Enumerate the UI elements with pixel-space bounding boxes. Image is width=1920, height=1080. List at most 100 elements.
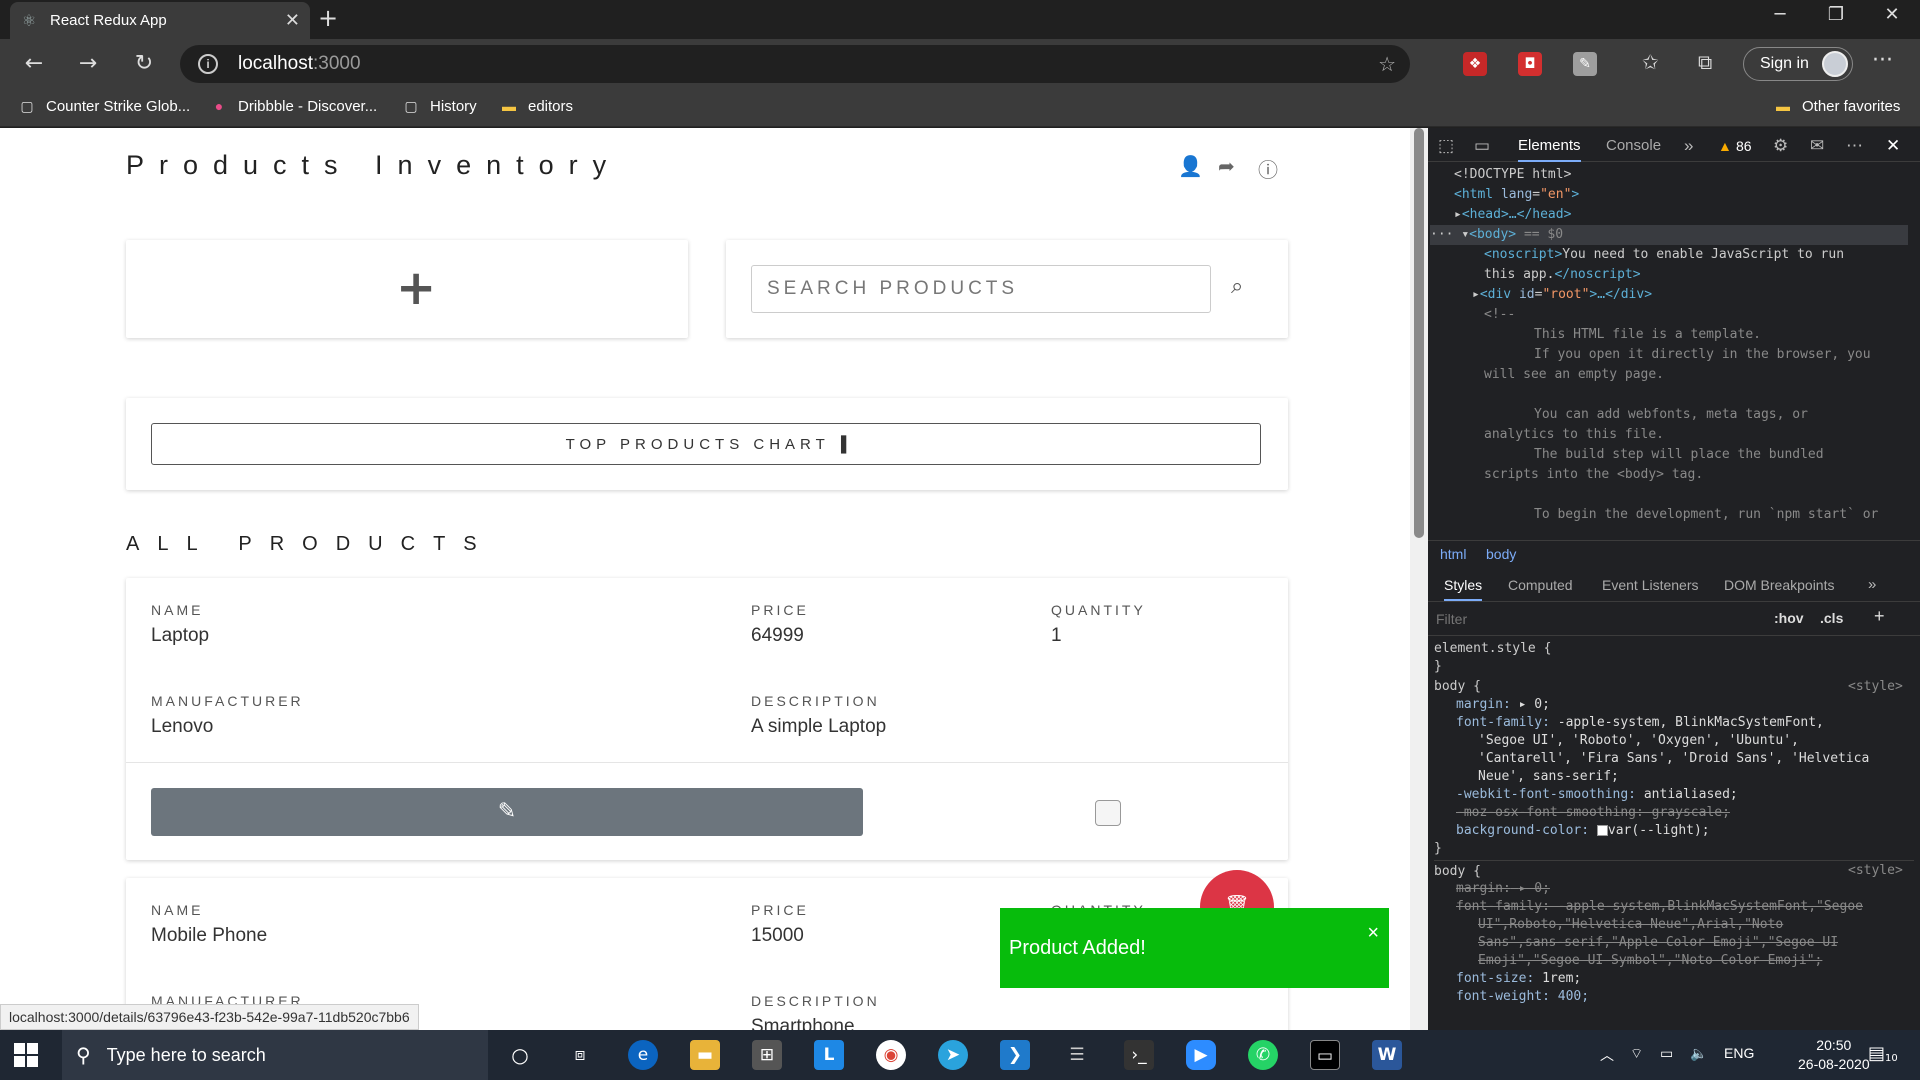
whatsapp-icon[interactable]: ✆	[1248, 1040, 1278, 1070]
new-rule-icon[interactable]: +	[1874, 606, 1885, 627]
favorites-icon[interactable]: ✩	[1642, 50, 1659, 74]
warning-icon[interactable]: ▲	[1718, 138, 1732, 154]
vscode-icon[interactable]: ❯	[1000, 1040, 1030, 1070]
volume-icon[interactable]: 🔈	[1690, 1045, 1707, 1062]
extension-icon[interactable]: ✎	[1573, 52, 1597, 76]
tab-elements[interactable]: Elements	[1518, 137, 1581, 162]
extension-icon[interactable]: ❖	[1463, 52, 1487, 76]
cortana-icon[interactable]: ○	[505, 1040, 535, 1070]
site-info-icon[interactable]: i	[198, 54, 218, 74]
style-selector[interactable]: element.style {	[1434, 640, 1551, 658]
battery-icon[interactable]: ▭	[1660, 1045, 1673, 1062]
task-view-icon[interactable]: ⧈	[565, 1040, 595, 1070]
network-icon[interactable]: ⌔	[1630, 1045, 1643, 1063]
scrollbar-thumb[interactable]	[1414, 128, 1424, 538]
dom-line[interactable]: <html lang="en">	[1454, 185, 1579, 205]
more-subtabs-icon[interactable]: »	[1868, 576, 1876, 593]
cmd-icon[interactable]: ▭	[1310, 1040, 1340, 1070]
info-icon[interactable]: ⓘ	[1258, 154, 1278, 183]
app-l-icon[interactable]: L	[814, 1040, 844, 1070]
favorite-item[interactable]: ▢ History	[402, 97, 476, 115]
store-icon[interactable]: ⊞	[752, 1040, 782, 1070]
refresh-icon[interactable]: ↻	[128, 49, 160, 79]
notification-center-icon[interactable]: ▤10	[1868, 1043, 1898, 1064]
subtab-event-listeners[interactable]: Event Listeners	[1602, 577, 1699, 593]
cls-toggle[interactable]: .cls	[1820, 610, 1843, 626]
subtab-styles[interactable]: Styles	[1444, 577, 1483, 601]
style-declaration[interactable]: font-size: 1rem;	[1456, 970, 1581, 988]
restore-icon[interactable]: ❐	[1808, 0, 1864, 30]
select-checkbox[interactable]	[1095, 800, 1121, 826]
zoom-icon[interactable]: ▶	[1186, 1040, 1216, 1070]
subtab-computed[interactable]: Computed	[1508, 577, 1573, 593]
user-icon[interactable]: 👤	[1178, 154, 1203, 178]
dom-line[interactable]: <noscript>You need to enable JavaScript …	[1484, 245, 1844, 265]
dom-line[interactable]: this app.</noscript>	[1484, 265, 1641, 285]
other-favorites[interactable]: ▬ Other favorites	[1774, 97, 1900, 115]
forward-icon[interactable]: →	[72, 49, 104, 79]
styles-filter-input[interactable]	[1436, 608, 1736, 630]
expand-arrow-icon[interactable]: ▸	[1454, 207, 1462, 222]
language-indicator[interactable]: ENG	[1724, 1045, 1754, 1061]
style-selector[interactable]: body {	[1434, 678, 1481, 696]
logout-icon[interactable]: ➦	[1218, 154, 1235, 178]
search-icon[interactable]: ⌕	[1231, 274, 1243, 299]
file-explorer-icon[interactable]: ▬	[690, 1040, 720, 1070]
more-tabs-icon[interactable]: »	[1684, 136, 1693, 156]
back-icon[interactable]: ←	[18, 49, 50, 79]
style-declaration[interactable]: font-family: -apple-system, BlinkMacSyst…	[1456, 714, 1824, 732]
style-declaration-overridden[interactable]: -moz-osx-font-smoothing: grayscale;	[1456, 804, 1730, 822]
style-selector[interactable]: body {	[1434, 860, 1914, 881]
taskbar-search[interactable]: ⚲ Type here to search	[62, 1030, 488, 1080]
top-products-chart-button[interactable]: TOP PRODUCTS CHART ▐	[151, 423, 1261, 465]
browser-tab[interactable]: ⚛ React Redux App ✕	[10, 2, 310, 39]
favorite-item[interactable]: ● Dribbble - Discover...	[210, 97, 377, 115]
feedback-icon[interactable]: ✉	[1810, 136, 1824, 156]
settings-gear-icon[interactable]: ⚙	[1773, 136, 1788, 156]
edit-button[interactable]: ✎	[151, 788, 863, 836]
subtab-dom-breakpoints[interactable]: DOM Breakpoints	[1724, 577, 1834, 593]
collapse-arrow-icon[interactable]: ▾	[1461, 227, 1469, 242]
style-declaration[interactable]: font-weight: 400;	[1456, 988, 1589, 1006]
address-bar[interactable]: i localhost:3000 ☆	[180, 45, 1410, 83]
add-product-card[interactable]: +	[126, 240, 688, 338]
windows-start-icon[interactable]	[14, 1043, 38, 1067]
edge-app-icon[interactable]: e	[628, 1040, 658, 1070]
chrome-icon[interactable]: ◉	[876, 1040, 906, 1070]
new-tab-icon[interactable]: +	[318, 4, 338, 32]
style-source-link[interactable]: <style>	[1848, 678, 1903, 696]
dom-line[interactable]: <!DOCTYPE html>	[1454, 165, 1571, 185]
dom-line-selected[interactable]: ··· ▾<body> == $0	[1430, 225, 1908, 245]
app-brand[interactable]: Products Inventory	[126, 150, 621, 181]
database-icon[interactable]: ☰	[1062, 1040, 1092, 1070]
search-input[interactable]	[751, 265, 1211, 313]
page-scrollbar[interactable]	[1410, 128, 1428, 1030]
style-declaration[interactable]: background-color: var(--light);	[1456, 822, 1710, 840]
word-icon[interactable]: W	[1372, 1040, 1402, 1070]
color-swatch-icon[interactable]	[1596, 825, 1608, 836]
terminal-icon[interactable]: ›_	[1124, 1040, 1154, 1070]
favorite-item[interactable]: ▢ Counter Strike Glob...	[18, 97, 190, 115]
breadcrumb-body[interactable]: body	[1486, 546, 1516, 562]
dom-comment[interactable]: <!--	[1484, 305, 1515, 325]
collections-icon[interactable]: ⧉	[1698, 50, 1712, 74]
dom-line[interactable]: ▸<div id="root">…</div>	[1472, 285, 1652, 305]
tab-close-icon[interactable]: ✕	[285, 10, 300, 31]
style-declaration[interactable]: margin: ▸ 0;	[1456, 696, 1550, 714]
devtools-close-icon[interactable]: ✕	[1886, 136, 1900, 156]
inspect-icon[interactable]: ⬚	[1438, 136, 1454, 156]
more-menu-icon[interactable]: ···	[1872, 48, 1893, 73]
style-source-link[interactable]: <style>	[1848, 862, 1903, 880]
favorite-item[interactable]: ▬ editors	[500, 97, 573, 115]
breadcrumb-html[interactable]: html	[1440, 546, 1466, 562]
style-declaration-overridden[interactable]: margin: ▸ 0;	[1456, 880, 1550, 898]
favorite-star-icon[interactable]: ☆	[1378, 52, 1396, 77]
system-clock[interactable]: 20:50 26-08-2020	[1798, 1036, 1870, 1074]
device-toolbar-icon[interactable]: ▭	[1474, 136, 1490, 156]
dom-line[interactable]: ▸<head>…</head>	[1454, 205, 1571, 225]
telegram-icon[interactable]: ➤	[938, 1040, 968, 1070]
toast-close-icon[interactable]: ×	[1367, 922, 1379, 945]
pocket-icon[interactable]: ◘	[1518, 52, 1542, 76]
more-options-icon[interactable]: ⋯	[1846, 136, 1863, 156]
window-close-icon[interactable]: ✕	[1864, 0, 1920, 30]
